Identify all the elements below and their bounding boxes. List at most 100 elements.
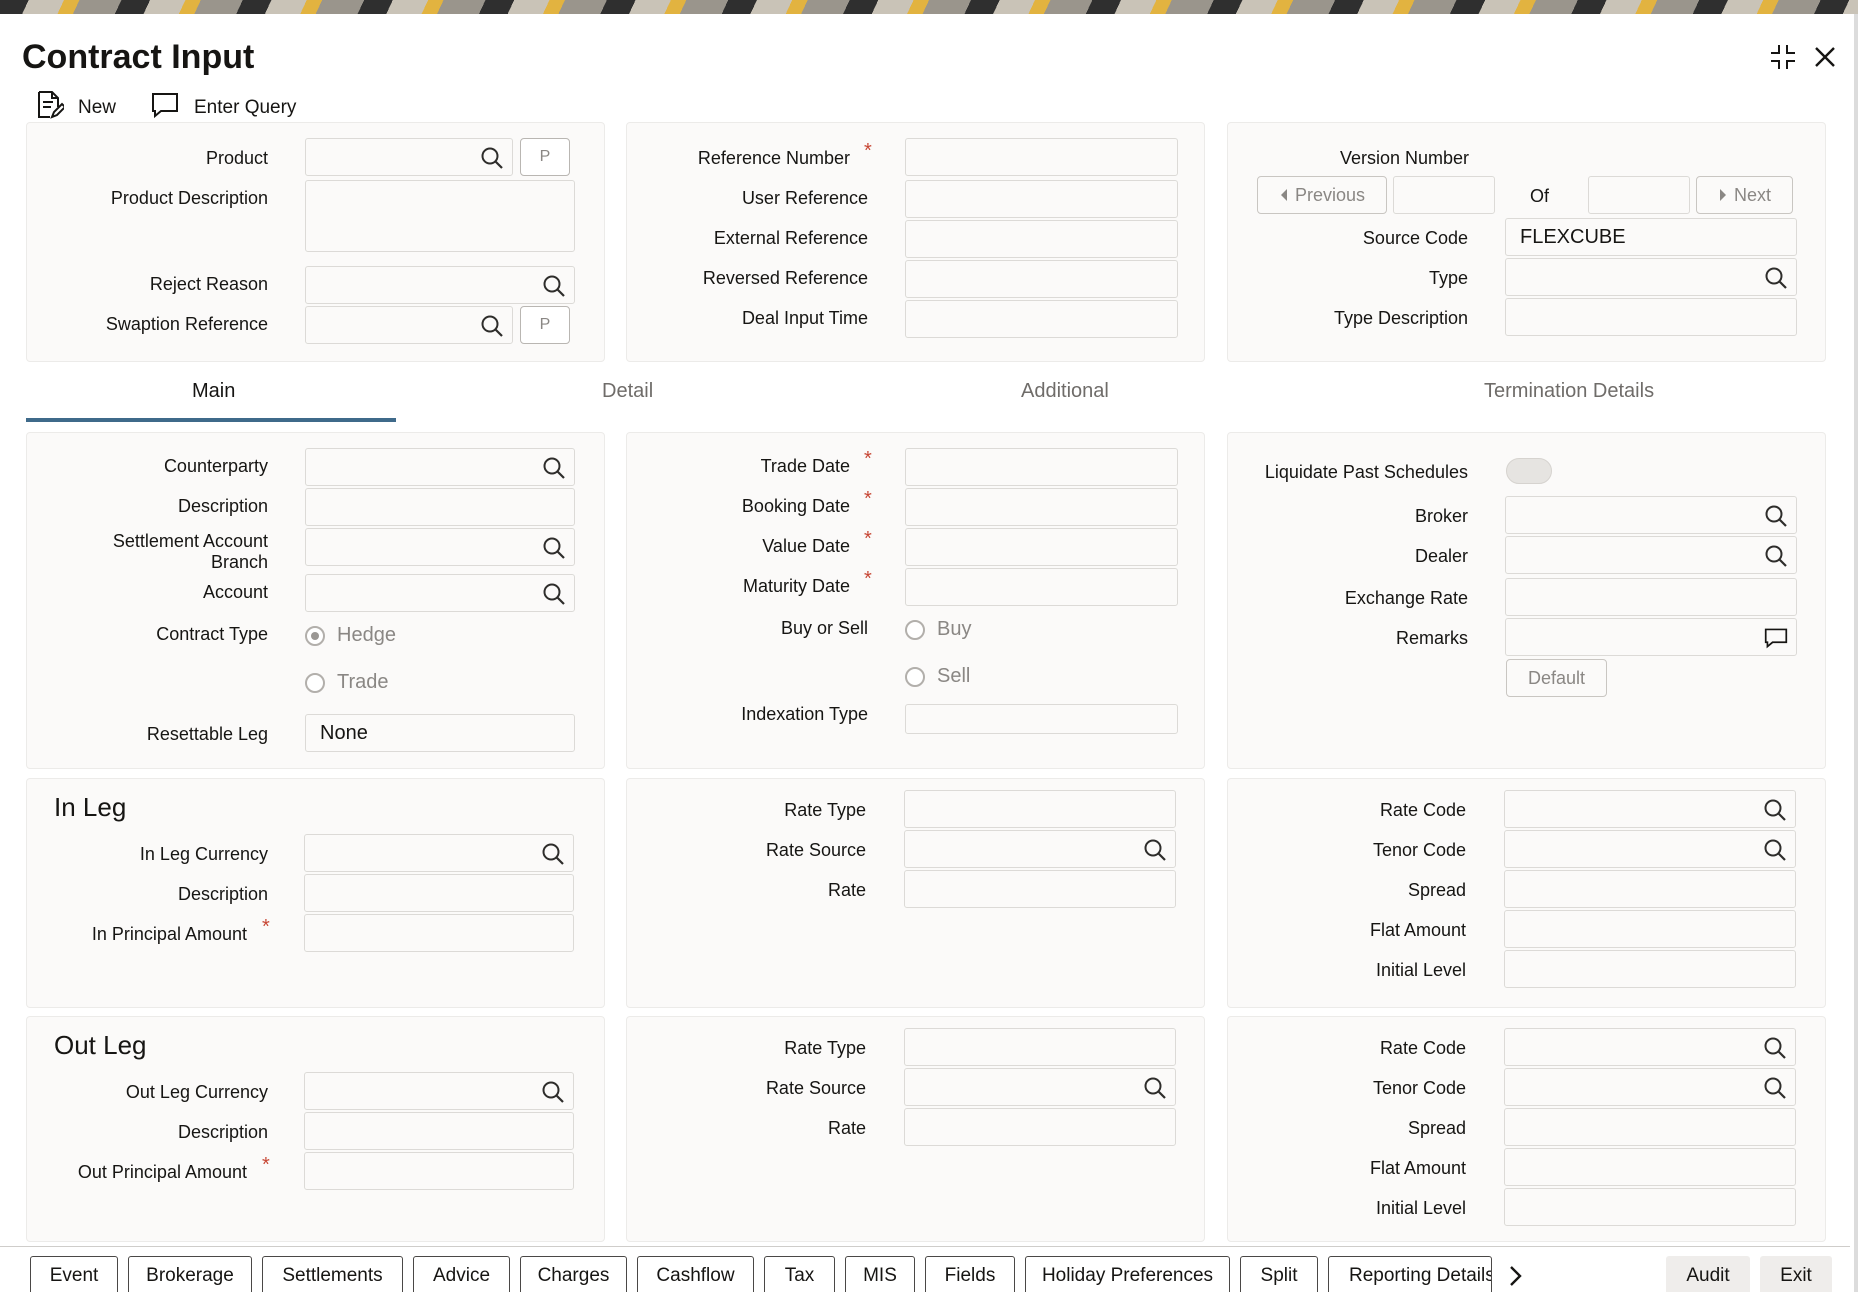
settlement-account-branch-field[interactable] xyxy=(305,528,575,566)
out-initial-level-field[interactable] xyxy=(1504,1188,1796,1226)
broker-field[interactable] xyxy=(1505,496,1797,534)
search-icon[interactable] xyxy=(1143,838,1167,862)
in-flat-amount-field[interactable] xyxy=(1504,910,1796,948)
collapse-icon[interactable] xyxy=(1766,40,1800,74)
version-number-field[interactable] xyxy=(1393,176,1495,214)
in-leg-description-field[interactable] xyxy=(304,874,574,912)
in-spread-field[interactable] xyxy=(1504,870,1796,908)
contract-type-hedge-radio[interactable]: Hedge xyxy=(305,624,396,647)
version-total-field[interactable] xyxy=(1588,176,1690,214)
type-field[interactable] xyxy=(1505,258,1797,296)
search-icon[interactable] xyxy=(1764,266,1788,290)
settlements-button[interactable]: Settlements xyxy=(262,1256,403,1292)
reversed-reference-field[interactable] xyxy=(905,260,1178,298)
cashflow-button[interactable]: Cashflow xyxy=(637,1256,754,1292)
exit-button[interactable]: Exit xyxy=(1760,1256,1832,1292)
brokerage-button[interactable]: Brokerage xyxy=(128,1256,252,1292)
out-tenor-code-field[interactable] xyxy=(1504,1068,1796,1106)
maturity-date-field[interactable] xyxy=(905,568,1178,606)
in-tenor-code-field[interactable] xyxy=(1504,830,1796,868)
in-rate-code-field[interactable] xyxy=(1504,790,1796,828)
account-field[interactable] xyxy=(305,574,575,612)
search-icon[interactable] xyxy=(1763,1076,1787,1100)
user-reference-field[interactable] xyxy=(905,180,1178,218)
advice-button[interactable]: Advice xyxy=(413,1256,510,1292)
booking-date-field[interactable] xyxy=(905,488,1178,526)
dealer-field[interactable] xyxy=(1505,536,1797,574)
in-rate-source-field[interactable] xyxy=(904,830,1176,868)
description-field[interactable] xyxy=(305,488,575,526)
search-icon[interactable] xyxy=(1764,504,1788,528)
in-principal-amount-field[interactable] xyxy=(304,914,574,952)
tax-button[interactable]: Tax xyxy=(764,1256,835,1292)
search-icon[interactable] xyxy=(480,146,504,170)
event-button[interactable]: Event xyxy=(30,1256,118,1292)
out-leg-currency-field[interactable] xyxy=(304,1072,574,1110)
search-icon[interactable] xyxy=(542,536,566,560)
indexation-type-field[interactable] xyxy=(905,704,1178,734)
search-icon[interactable] xyxy=(1143,1076,1167,1100)
source-code-field[interactable]: FLEXCUBE xyxy=(1505,218,1797,256)
reporting-details-button[interactable]: Reporting Details xyxy=(1328,1256,1492,1292)
out-principal-amount-field[interactable] xyxy=(304,1152,574,1190)
charges-button[interactable]: Charges xyxy=(520,1256,627,1292)
remarks-field[interactable] xyxy=(1505,618,1797,656)
sell-radio[interactable]: Sell xyxy=(905,665,970,688)
product-description-field[interactable] xyxy=(305,180,575,252)
in-rate-type-field[interactable] xyxy=(904,790,1176,828)
tab-additional[interactable]: Additional xyxy=(1021,380,1109,403)
exchange-rate-field[interactable] xyxy=(1505,578,1797,616)
enter-query-button[interactable]: Enter Query xyxy=(150,90,296,126)
liquidate-past-schedules-toggle[interactable] xyxy=(1506,458,1552,484)
external-reference-field[interactable] xyxy=(905,220,1178,258)
buy-radio[interactable]: Buy xyxy=(905,618,971,641)
new-button[interactable]: New xyxy=(34,90,116,126)
search-icon[interactable] xyxy=(1764,544,1788,568)
comment-icon[interactable] xyxy=(1764,626,1788,650)
scrollbar-track[interactable] xyxy=(1854,14,1858,1292)
trade-date-field[interactable] xyxy=(905,448,1178,486)
search-icon[interactable] xyxy=(541,1080,565,1104)
chevron-right-icon[interactable] xyxy=(1502,1263,1528,1289)
out-rate-field[interactable] xyxy=(904,1108,1176,1146)
default-button[interactable]: Default xyxy=(1506,659,1607,697)
out-flat-amount-field[interactable] xyxy=(1504,1148,1796,1186)
split-button[interactable]: Split xyxy=(1240,1256,1318,1292)
swaption-reference-field[interactable] xyxy=(305,306,513,344)
search-icon[interactable] xyxy=(1763,798,1787,822)
product-p-button[interactable]: P xyxy=(520,138,570,176)
tab-main[interactable]: Main xyxy=(192,380,235,403)
search-icon[interactable] xyxy=(542,456,566,480)
search-icon[interactable] xyxy=(542,582,566,606)
mis-button[interactable]: MIS xyxy=(845,1256,915,1292)
in-initial-level-field[interactable] xyxy=(1504,950,1796,988)
previous-button[interactable]: Previous xyxy=(1257,176,1387,214)
search-icon[interactable] xyxy=(1763,838,1787,862)
in-rate-field[interactable] xyxy=(904,870,1176,908)
search-icon[interactable] xyxy=(542,274,566,298)
out-leg-description-field[interactable] xyxy=(304,1112,574,1150)
reject-reason-field[interactable] xyxy=(305,266,575,304)
out-rate-source-field[interactable] xyxy=(904,1068,1176,1106)
search-icon[interactable] xyxy=(541,842,565,866)
out-rate-type-field[interactable] xyxy=(904,1028,1176,1066)
value-date-field[interactable] xyxy=(905,528,1178,566)
type-description-field[interactable] xyxy=(1505,298,1797,336)
product-field[interactable] xyxy=(305,138,513,176)
fields-button[interactable]: Fields xyxy=(925,1256,1015,1292)
counterparty-field[interactable] xyxy=(305,448,575,486)
close-icon[interactable] xyxy=(1808,40,1842,74)
contract-type-trade-radio[interactable]: Trade xyxy=(305,671,389,694)
in-leg-currency-field[interactable] xyxy=(304,834,574,872)
swaption-p-button[interactable]: P xyxy=(520,306,570,344)
search-icon[interactable] xyxy=(1763,1036,1787,1060)
next-button[interactable]: Next xyxy=(1696,176,1793,214)
out-spread-field[interactable] xyxy=(1504,1108,1796,1146)
out-rate-code-field[interactable] xyxy=(1504,1028,1796,1066)
tab-detail[interactable]: Detail xyxy=(602,380,653,403)
deal-input-time-field[interactable] xyxy=(905,300,1178,338)
search-icon[interactable] xyxy=(480,314,504,338)
tab-termination-details[interactable]: Termination Details xyxy=(1484,380,1654,403)
audit-button[interactable]: Audit xyxy=(1666,1256,1750,1292)
resettable-leg-select[interactable]: None xyxy=(305,714,575,752)
